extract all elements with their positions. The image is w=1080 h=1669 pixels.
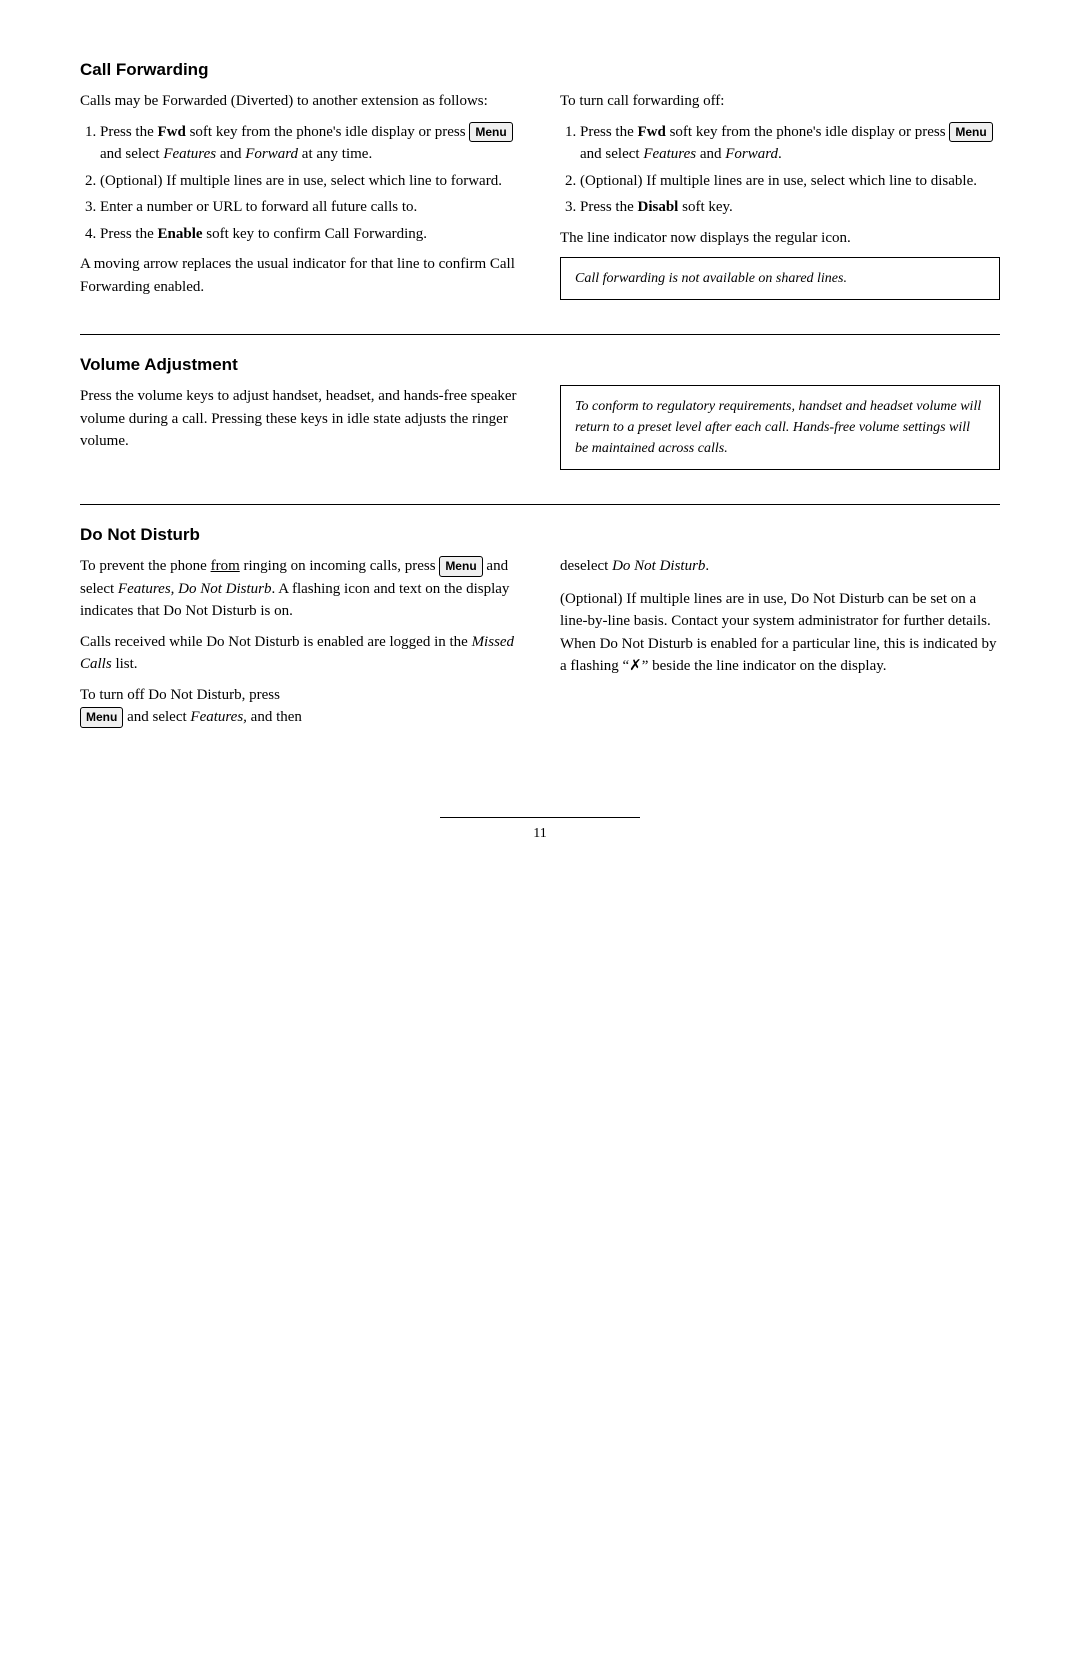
volume-text: Press the volume keys to adjust handset,… [80, 385, 520, 453]
call-forwarding-section: Call Forwarding Calls may be Forwarded (… [80, 60, 1000, 310]
dnd-left: To prevent the phone from ringing on inc… [80, 555, 520, 737]
dnd-para3: To turn off Do Not Disturb, press Menu a… [80, 684, 520, 729]
cf-turnoff-steps: Press the Fwd soft key from the phone's … [580, 121, 1000, 219]
volume-left: Press the volume keys to adjust handset,… [80, 385, 520, 480]
cf-closing: A moving arrow replaces the usual indica… [80, 253, 520, 298]
volume-right: To conform to regulatory requirements, h… [560, 385, 1000, 480]
menu-button-dnd2: Menu [80, 707, 123, 728]
dnd-para2: Calls received while Do Not Disturb is e… [80, 631, 520, 676]
cf-intro: Calls may be Forwarded (Diverted) to ano… [80, 90, 520, 113]
menu-button-cf2: Menu [949, 122, 992, 143]
dnd-para1: To prevent the phone from ringing on inc… [80, 555, 520, 623]
cf-step-2: (Optional) If multiple lines are in use,… [100, 170, 520, 193]
volume-adjustment-heading: Volume Adjustment [80, 355, 1000, 375]
dnd-columns: To prevent the phone from ringing on inc… [80, 555, 1000, 737]
volume-adjustment-columns: Press the volume keys to adjust handset,… [80, 385, 1000, 480]
dnd-right-para1: deselect Do Not Disturb. [560, 555, 1000, 578]
cf-off-step-2: (Optional) If multiple lines are in use,… [580, 170, 1000, 193]
volume-note-box: To conform to regulatory requirements, h… [560, 385, 1000, 470]
do-not-disturb-section: Do Not Disturb To prevent the phone from… [80, 525, 1000, 737]
call-forwarding-right: To turn call forwarding off: Press the F… [560, 90, 1000, 310]
cf-step-3: Enter a number or URL to forward all fut… [100, 196, 520, 219]
cf-right-closing: The line indicator now displays the regu… [560, 227, 1000, 250]
page-footer: 11 [440, 817, 640, 842]
cf-off-step-1: Press the Fwd soft key from the phone's … [580, 121, 1000, 166]
cf-note-box: Call forwarding is not available on shar… [560, 257, 1000, 300]
cf-note-text: Call forwarding is not available on shar… [575, 271, 847, 286]
page-number: 11 [533, 826, 546, 841]
do-not-disturb-heading: Do Not Disturb [80, 525, 1000, 545]
volume-note-text: To conform to regulatory requirements, h… [575, 399, 981, 456]
cf-step-4: Press the Enable soft key to confirm Cal… [100, 223, 520, 246]
dnd-right-para2: (Optional) If multiple lines are in use,… [560, 588, 1000, 678]
page-content: Call Forwarding Calls may be Forwarded (… [80, 60, 1000, 842]
cf-step-1: Press the Fwd soft key from the phone's … [100, 121, 520, 166]
cf-steps-list: Press the Fwd soft key from the phone's … [100, 121, 520, 246]
volume-adjustment-section: Volume Adjustment Press the volume keys … [80, 355, 1000, 480]
dnd-right: deselect Do Not Disturb. (Optional) If m… [560, 555, 1000, 737]
menu-button-dnd1: Menu [439, 556, 482, 577]
divider-1 [80, 334, 1000, 335]
call-forwarding-heading: Call Forwarding [80, 60, 1000, 80]
cf-turnoff-label: To turn call forwarding off: [560, 90, 1000, 113]
call-forwarding-columns: Calls may be Forwarded (Diverted) to ano… [80, 90, 1000, 310]
divider-2 [80, 504, 1000, 505]
cf-off-step-3: Press the Disabl soft key. [580, 196, 1000, 219]
menu-button-cf1: Menu [469, 122, 512, 143]
call-forwarding-left: Calls may be Forwarded (Diverted) to ano… [80, 90, 520, 310]
